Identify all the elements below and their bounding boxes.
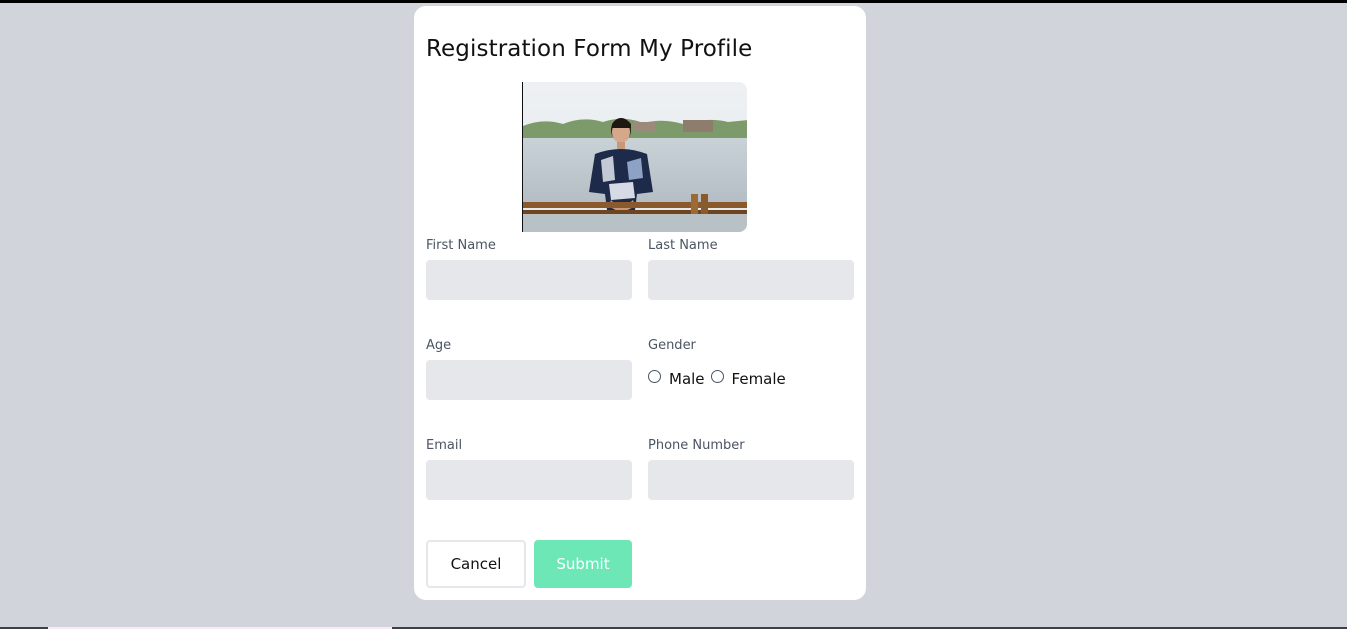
gender-male-radio[interactable]	[648, 369, 661, 383]
gender-label: Gender	[648, 338, 696, 353]
gender-female-label: Female	[731, 370, 786, 388]
gender-female-radio[interactable]	[710, 369, 724, 383]
email-input[interactable]	[426, 460, 632, 500]
gender-male-label: Male	[669, 370, 705, 388]
submit-button[interactable]: Submit	[534, 540, 632, 588]
top-border	[0, 0, 1347, 3]
phone-input[interactable]	[648, 460, 854, 500]
first-name-label: First Name	[426, 238, 496, 253]
email-label: Email	[426, 438, 463, 453]
last-name-label: Last Name	[648, 238, 718, 253]
profile-photo	[522, 82, 747, 232]
phone-label: Phone Number	[648, 438, 745, 453]
page-title: Registration Form My Profile	[426, 36, 753, 62]
registration-card: Registration Form My Profile First Name …	[414, 6, 866, 600]
age-input[interactable]	[426, 360, 632, 400]
first-name-input[interactable]	[426, 260, 632, 300]
last-name-input[interactable]	[648, 260, 854, 300]
cancel-button[interactable]: Cancel	[426, 540, 526, 588]
age-label: Age	[426, 338, 452, 353]
gender-radio-group: Male Female	[648, 368, 792, 390]
